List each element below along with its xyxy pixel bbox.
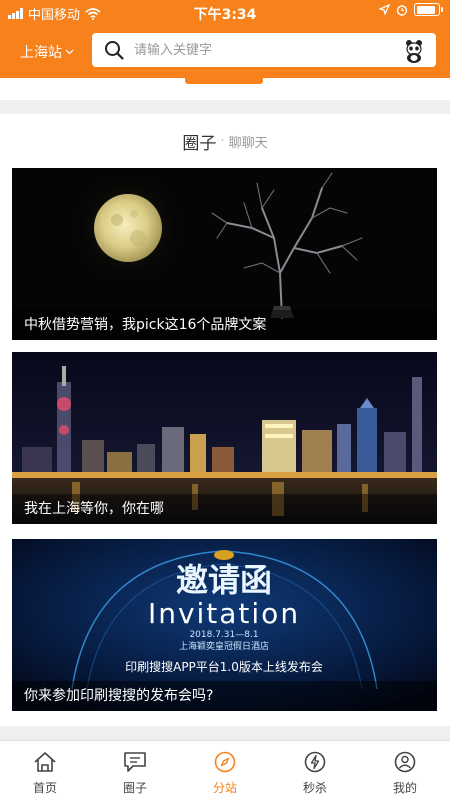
post-card[interactable]: 邀请函 Invitation 2018.7.31—8.1 上海颖奕皇冠假日酒店 … <box>12 539 437 711</box>
tab-label: 分站 <box>212 781 237 795</box>
chat-icon <box>124 752 146 772</box>
tab-label: 我的 <box>392 781 417 795</box>
invite-venue: 上海颖奕皇冠假日酒店 <box>179 640 269 652</box>
tab-circle[interactable]: 圈子 <box>90 741 180 800</box>
section-separator: · <box>220 134 225 149</box>
tab-flash-sale[interactable]: 秒杀 <box>270 741 360 800</box>
app-header: 中国移动 下午3:34 上海站 <box>0 0 450 78</box>
home-icon <box>34 752 56 772</box>
invite-event: 印刷搜搜APP平台1.0版本上线发布会 <box>125 659 323 674</box>
alarm-icon <box>396 4 408 16</box>
location-arrow-icon <box>379 4 390 15</box>
compass-icon <box>214 751 236 773</box>
status-right <box>379 3 443 16</box>
battery-level <box>416 5 436 14</box>
tab-label: 圈子 <box>122 781 147 795</box>
bottom-tab-bar: 首页 圈子 分站 秒杀 我的 <box>0 740 450 800</box>
invite-en: Invitation <box>148 597 300 630</box>
search-input[interactable] <box>134 33 384 67</box>
post-card[interactable]: 我在上海等你，你在哪 <box>12 352 437 524</box>
post-card[interactable]: 中秋借势营销，我pick这16个品牌文案 <box>12 168 437 340</box>
battery-icon <box>414 3 443 16</box>
search-icon[interactable] <box>104 40 124 60</box>
city-label: 上海站 <box>20 45 62 61</box>
status-bar: 中国移动 下午3:34 <box>0 0 450 24</box>
city-selector[interactable]: 上海站 <box>20 42 74 62</box>
invite-title: 邀请函 <box>176 561 272 599</box>
panda-icon[interactable] <box>400 36 428 64</box>
search-box <box>92 33 436 67</box>
section-header: 圈子 · 聊聊天 <box>0 114 450 169</box>
section-subtitle: 聊聊天 <box>228 136 268 151</box>
circle-section: 圈子 · 聊聊天 中秋借势营销，我pick这16个品牌文案 我在上海等你，你在哪… <box>0 114 450 726</box>
tab-mine[interactable]: 我的 <box>360 741 450 800</box>
active-tab-indicator <box>185 78 263 84</box>
chevron-down-icon <box>65 49 74 55</box>
tab-label: 首页 <box>32 781 57 795</box>
tab-home[interactable]: 首页 <box>0 741 90 800</box>
post-caption: 我在上海等你，你在哪 <box>12 494 437 524</box>
invite-date: 2018.7.31—8.1 <box>189 630 258 640</box>
user-icon <box>394 751 416 773</box>
tab-label: 秒杀 <box>302 781 327 795</box>
lightning-icon <box>304 751 326 773</box>
post-caption: 中秋借势营销，我pick这16个品牌文案 <box>12 310 437 340</box>
section-title: 圈子 <box>182 134 217 154</box>
tab-substation[interactable]: 分站 <box>180 741 270 800</box>
post-caption: 你来参加印刷搜搜的发布会吗? <box>12 681 437 711</box>
